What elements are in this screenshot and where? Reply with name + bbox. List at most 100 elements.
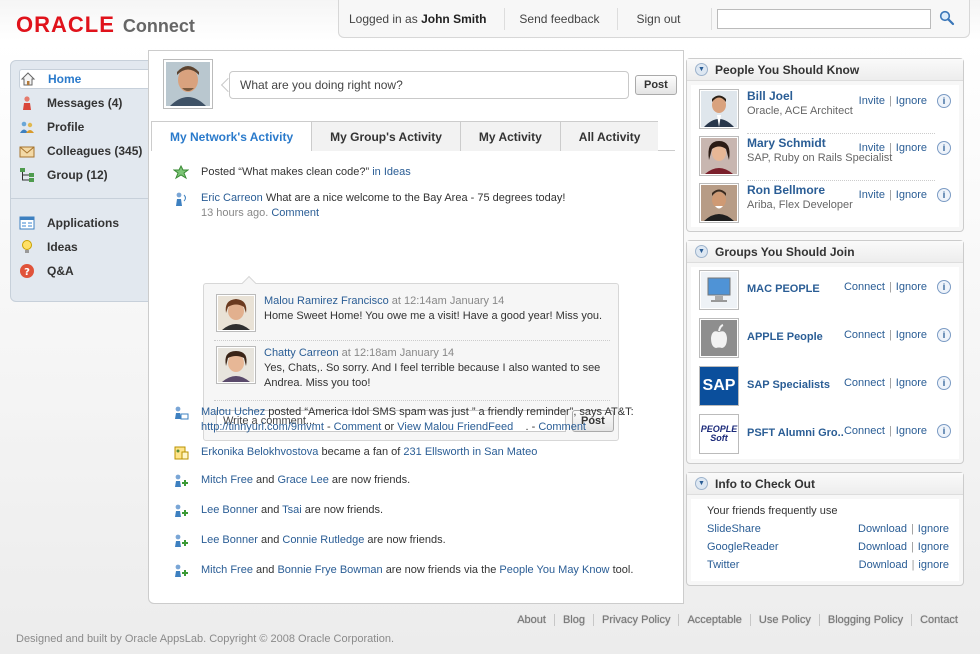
- nav-item-group[interactable]: Group (12): [19, 165, 108, 185]
- app-suggestion: GoogleReader Download | Ignore: [707, 541, 949, 553]
- group-name-link[interactable]: MAC PEOPLE: [747, 283, 820, 295]
- feed-link-ideas[interactable]: in Ideas: [372, 166, 411, 178]
- friend-link[interactable]: Lee Bonner: [201, 504, 258, 516]
- ignore-link[interactable]: Ignore: [896, 377, 927, 389]
- person-name-link[interactable]: Bill Joel: [747, 89, 853, 103]
- tab-my-group-activity[interactable]: My Group's Activity: [311, 121, 461, 151]
- connect-link[interactable]: Connect: [844, 329, 885, 341]
- friend-link[interactable]: Tsai: [282, 504, 302, 516]
- feed-comment-link[interactable]: Comment: [538, 421, 586, 433]
- commenter-name[interactable]: Chatty Carreon: [264, 347, 339, 359]
- nav-item-applications[interactable]: Applications: [19, 213, 119, 233]
- group-name-link[interactable]: APPLE People: [747, 331, 823, 343]
- collapse-toggle-icon[interactable]: ▼: [695, 63, 708, 76]
- feed-user-link[interactable]: Eric Carreon: [201, 192, 263, 204]
- info-icon[interactable]: i: [937, 424, 951, 438]
- tab-all-activity[interactable]: All Activity: [559, 121, 659, 151]
- feed-user-link[interactable]: Malou Uchez: [201, 406, 265, 418]
- footer-link-about[interactable]: About: [509, 614, 555, 626]
- ignore-link[interactable]: Ignore: [918, 523, 949, 535]
- sign-out-link[interactable]: Sign out: [618, 7, 712, 30]
- search-input[interactable]: [717, 9, 931, 29]
- download-link[interactable]: Download: [858, 541, 907, 553]
- search-icon[interactable]: [939, 10, 955, 26]
- group-name-link[interactable]: SAP Specialists: [747, 379, 830, 391]
- info-icon[interactable]: i: [937, 280, 951, 294]
- person-avatar: [699, 89, 739, 129]
- invite-link[interactable]: Invite: [859, 142, 885, 154]
- nav-item-ideas[interactable]: Ideas: [19, 237, 78, 257]
- collapse-toggle-icon[interactable]: ▼: [695, 245, 708, 258]
- nav-item-qa[interactable]: ? Q&A: [19, 261, 74, 281]
- ignore-link[interactable]: Ignore: [918, 541, 949, 553]
- person-name-link[interactable]: Ron Bellmore: [747, 183, 853, 197]
- feed-place-link[interactable]: 231 Ellsworth in San Mateo: [403, 446, 537, 458]
- feed-url-link[interactable]: http://tinnyurl.com/9mvmt: [201, 421, 324, 433]
- friend-link[interactable]: Grace Lee: [277, 474, 328, 486]
- ignore-link[interactable]: Ignore: [896, 329, 927, 341]
- download-link[interactable]: Download: [858, 523, 907, 535]
- nav-item-profile[interactable]: Profile: [19, 117, 84, 137]
- person-actions: Invite | Ignore i: [859, 141, 951, 155]
- friend-link[interactable]: Bonnie Frye Bowman: [277, 564, 382, 576]
- friend-link[interactable]: Mitch Free: [201, 564, 253, 576]
- suggested-person: Ron Bellmore Ariba, Flex Developer: [699, 183, 853, 223]
- friend-link[interactable]: Connie Rutledge: [282, 534, 364, 546]
- tab-my-activity[interactable]: My Activity: [459, 121, 561, 151]
- feed-view-friendfeed-link[interactable]: View Malou FriendFeed: [397, 421, 513, 433]
- download-link[interactable]: Download: [859, 559, 908, 571]
- footer-link-acceptable[interactable]: Acceptable: [679, 614, 751, 626]
- group-name-link[interactable]: PSFT Alumni Gro..: [747, 427, 844, 439]
- friend-link[interactable]: Mitch Free: [201, 474, 253, 486]
- connect-link[interactable]: Connect: [844, 425, 885, 437]
- nav-item-messages[interactable]: Messages (4): [19, 93, 122, 113]
- footer-link-use-policy[interactable]: Use Policy: [751, 614, 820, 626]
- person-actions: Invite | Ignore i: [859, 94, 951, 108]
- ignore-link[interactable]: Ignore: [896, 95, 927, 107]
- feed-text: posted “America Idol SMS spam was just ”…: [268, 406, 634, 418]
- footer-link-privacy-policy[interactable]: Privacy Policy: [594, 614, 680, 626]
- app-name-link[interactable]: GoogleReader: [707, 541, 858, 553]
- nav-item-colleagues[interactable]: Colleagues (345): [19, 141, 142, 161]
- app-name-link[interactable]: SlideShare: [707, 523, 858, 535]
- nav-item-home[interactable]: Home: [19, 69, 150, 89]
- connect-link[interactable]: Connect: [844, 281, 885, 293]
- info-icon[interactable]: i: [937, 141, 951, 155]
- invite-link[interactable]: Invite: [859, 95, 885, 107]
- feed-comment-link[interactable]: Comment: [334, 421, 382, 433]
- apple-group-logo: [699, 318, 739, 358]
- send-feedback-link[interactable]: Send feedback: [505, 7, 619, 30]
- connect-link[interactable]: Connect: [844, 377, 885, 389]
- ignore-link[interactable]: Ignore: [896, 281, 927, 293]
- feed-comment-link[interactable]: Comment: [271, 207, 319, 219]
- friend-link[interactable]: Lee Bonner: [201, 534, 258, 546]
- collapse-toggle-icon[interactable]: ▼: [695, 477, 708, 490]
- info-icon[interactable]: i: [937, 188, 951, 202]
- status-post-button[interactable]: Post: [635, 75, 677, 95]
- person-status-icon: [173, 191, 189, 207]
- invite-link[interactable]: Invite: [859, 189, 885, 201]
- info-icon[interactable]: i: [937, 328, 951, 342]
- panel-header[interactable]: ▼ Info to Check Out: [687, 473, 963, 495]
- tab-my-network-activity[interactable]: My Network's Activity: [151, 121, 313, 152]
- footer-link-blog[interactable]: Blog: [555, 614, 594, 626]
- info-icon[interactable]: i: [937, 376, 951, 390]
- people-you-may-know-link[interactable]: People You May Know: [499, 564, 609, 576]
- panel-header[interactable]: ▼ People You Should Know: [687, 59, 963, 81]
- separator: |: [910, 523, 914, 535]
- add-friend-icon: [173, 503, 189, 519]
- ignore-link[interactable]: Ignore: [896, 142, 927, 154]
- ignore-link[interactable]: Ignore: [896, 425, 927, 437]
- panel-header[interactable]: ▼ Groups You Should Join: [687, 241, 963, 263]
- footer-link-contact[interactable]: Contact: [912, 614, 966, 626]
- app-name-link[interactable]: Twitter: [707, 559, 859, 571]
- feed-user-link[interactable]: Erkonika Belokhvostova: [201, 446, 318, 458]
- info-icon[interactable]: i: [937, 94, 951, 108]
- ignore-link[interactable]: Ignore: [896, 189, 927, 201]
- oracle-connect-logo[interactable]: ORACLE Connect: [16, 12, 195, 38]
- commenter-name[interactable]: Malou Ramirez Francisco: [264, 295, 389, 307]
- footer-link-blogging-policy[interactable]: Blogging Policy: [820, 614, 913, 626]
- my-avatar: [163, 59, 213, 109]
- ignore-link[interactable]: ignore: [918, 559, 949, 571]
- status-input[interactable]: What are you doing right now?: [229, 71, 629, 99]
